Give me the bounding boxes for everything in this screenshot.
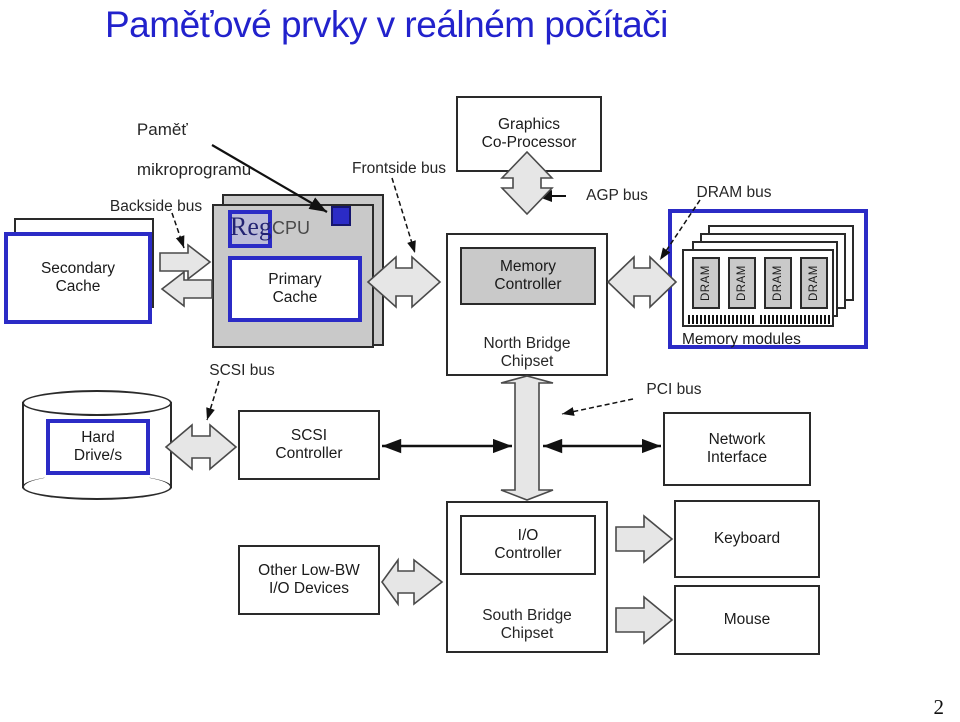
memory-controller-box[interactable]: Memory Controller bbox=[460, 247, 596, 305]
pointer-frontside-bus bbox=[391, 177, 416, 254]
annotation-line-1: Paměť bbox=[136, 120, 188, 140]
memory-modules-label: Memory modules bbox=[682, 331, 801, 348]
label-dram-bus: DRAM bus bbox=[696, 184, 772, 201]
north-bridge-box[interactable]: Memory Controller North Bridge Chipset bbox=[446, 233, 608, 376]
arrow-backside-bus bbox=[159, 243, 213, 308]
arrow-keyboard bbox=[615, 514, 674, 564]
dimm-connector-pins-left bbox=[688, 315, 754, 324]
graphics-coprocessor-box[interactable]: Graphics Co-Processor bbox=[456, 96, 602, 172]
south-bridge-label: South Bridge Chipset bbox=[482, 607, 572, 643]
annotation-pamet-mikroprogramu: Paměť mikroprogramu bbox=[118, 100, 318, 200]
south-bridge-box[interactable]: I/O Controller South Bridge Chipset bbox=[446, 501, 608, 653]
pointer-scsi-bus bbox=[206, 380, 220, 421]
pointer-backside-bus bbox=[171, 212, 185, 249]
north-bridge-label: North Bridge Chipset bbox=[483, 335, 571, 371]
dimm-card-1: DRAM DRAM DRAM DRAM bbox=[682, 249, 834, 327]
cpu-label: CPU bbox=[272, 218, 311, 238]
dimm-connector-pins-right bbox=[760, 315, 830, 324]
memory-modules-box[interactable]: DRAM DRAM DRAM DRAM Memory modules bbox=[668, 209, 868, 349]
hard-drive-box[interactable]: Hard Drive/s bbox=[46, 419, 150, 475]
io-controller-box[interactable]: I/O Controller bbox=[460, 515, 596, 575]
arrow-dram-bus bbox=[606, 255, 678, 309]
page-title: Paměťové prvky v reálném počítači bbox=[105, 4, 668, 45]
label-frontside-bus: Frontside bus bbox=[352, 160, 446, 177]
keyboard-box[interactable]: Keyboard bbox=[674, 500, 820, 578]
annotation-line-2: mikroprogramu bbox=[136, 160, 252, 180]
cpu-register-label: Reg bbox=[230, 212, 272, 241]
microprogram-memory-square[interactable] bbox=[331, 206, 351, 226]
label-agp-bus: AGP bus bbox=[586, 187, 648, 204]
other-io-devices-box[interactable]: Other Low-BW I/O Devices bbox=[238, 545, 380, 615]
arrow-scsi-bus bbox=[164, 423, 238, 471]
primary-cache-box[interactable]: Primary Cache bbox=[228, 256, 362, 322]
cylinder-top-ellipse bbox=[22, 390, 172, 416]
network-interface-box[interactable]: Network Interface bbox=[663, 412, 811, 486]
label-backside-bus: Backside bus bbox=[109, 198, 203, 215]
label-pci-bus: PCI bus bbox=[646, 381, 702, 398]
slide-canvas: Paměťové prvky v reálném počítači Paměť … bbox=[0, 0, 960, 722]
dram-chip: DRAM bbox=[728, 257, 756, 309]
page-number: 2 bbox=[933, 695, 945, 719]
pointer-pci-bus bbox=[561, 398, 634, 416]
scsi-controller-box[interactable]: SCSI Controller bbox=[238, 410, 380, 480]
label-scsi-bus: SCSI bus bbox=[209, 362, 275, 379]
arrow-other-io bbox=[381, 557, 444, 607]
dram-chip: DRAM bbox=[764, 257, 792, 309]
cylinder-bottom-ellipse bbox=[22, 474, 172, 500]
dram-chip: DRAM bbox=[800, 257, 828, 309]
arrow-mouse bbox=[615, 595, 674, 645]
arrow-pci-bus bbox=[500, 375, 554, 501]
dram-chip: DRAM bbox=[692, 257, 720, 309]
mouse-box[interactable]: Mouse bbox=[674, 585, 820, 655]
secondary-cache-box[interactable]: Secondary Cache bbox=[4, 232, 152, 324]
